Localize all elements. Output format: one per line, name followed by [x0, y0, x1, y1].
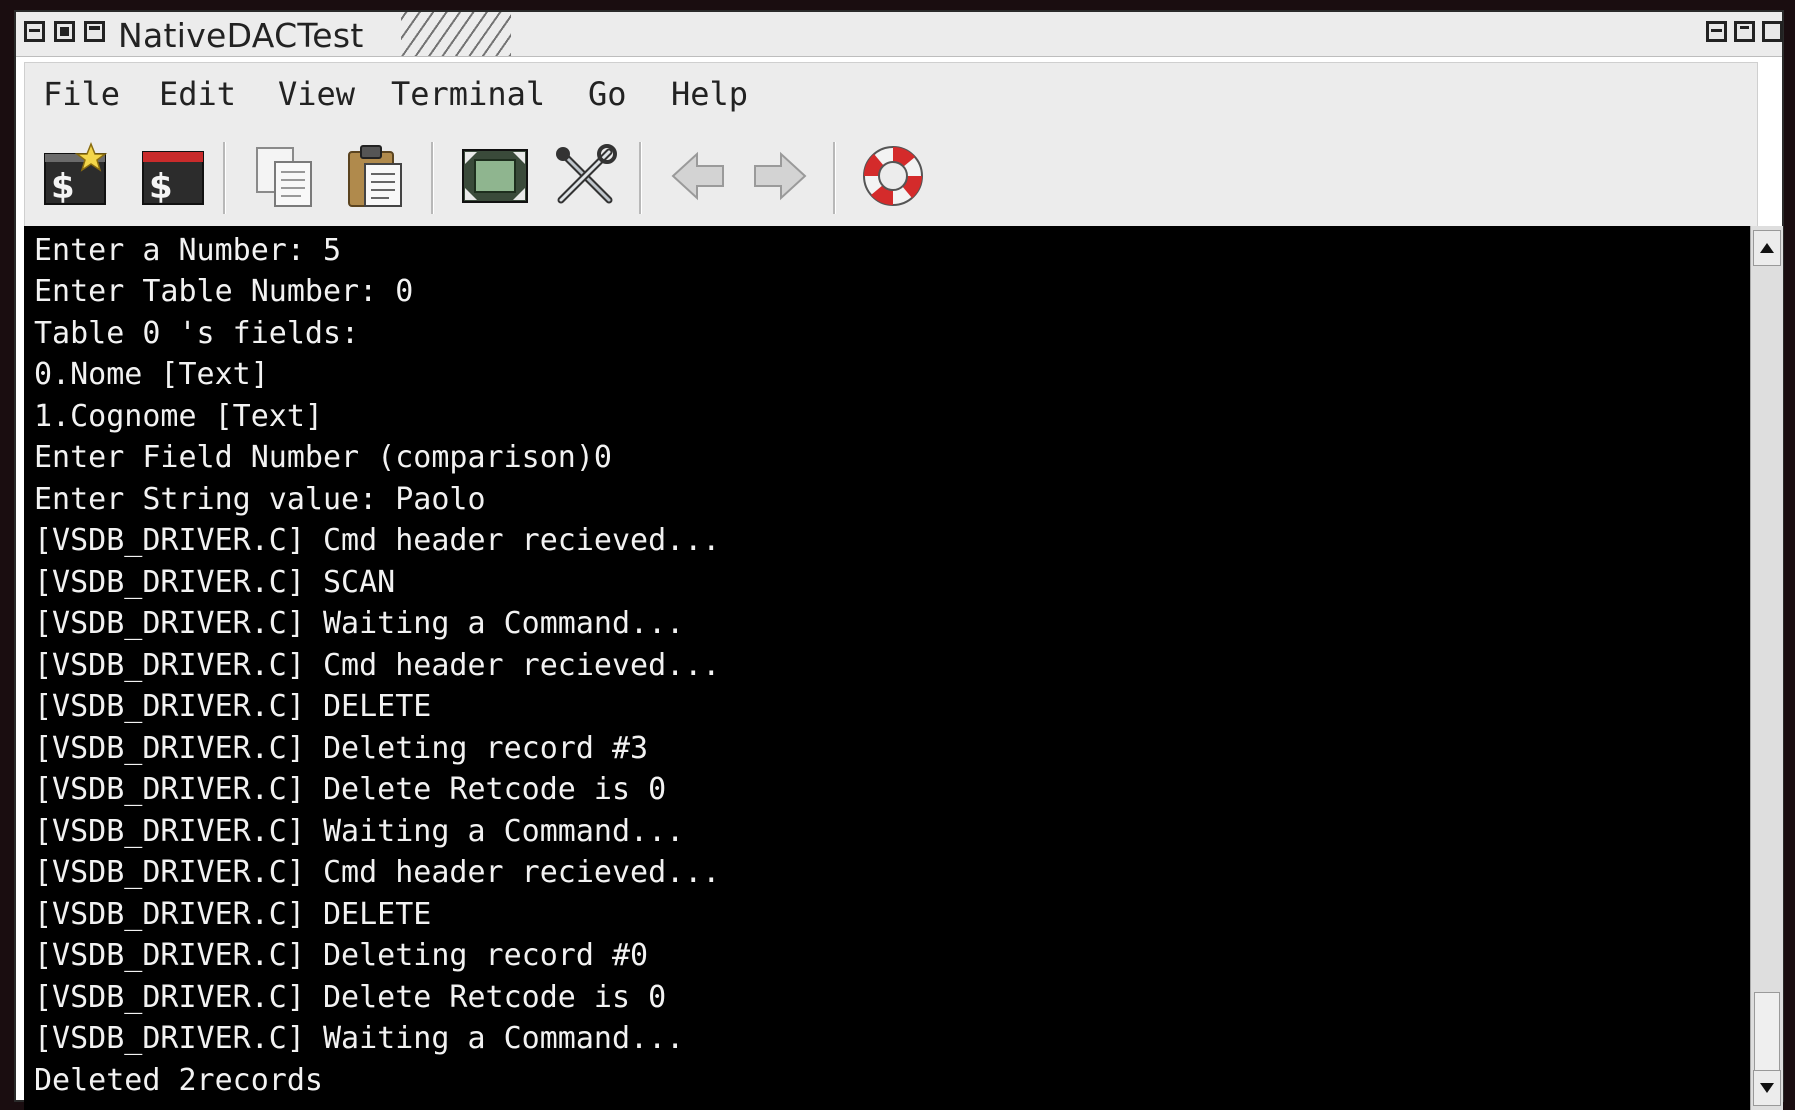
- toolbar-separator: [431, 142, 434, 214]
- back-arrow-icon: [671, 151, 724, 201]
- menu-edit[interactable]: Edit: [159, 75, 236, 113]
- toolbar: $ $: [24, 122, 1758, 227]
- menu-go[interactable]: Go: [588, 75, 627, 113]
- svg-text:$: $: [149, 167, 173, 207]
- svg-text:$: $: [51, 167, 75, 207]
- terminal-output[interactable]: Enter a Number: 5 Enter Table Number: 0 …: [24, 226, 1750, 1110]
- forward-button[interactable]: [745, 142, 813, 210]
- new-window-button[interactable]: $: [139, 142, 207, 210]
- window-title: NativeDACTest: [118, 16, 364, 55]
- copy-button[interactable]: [251, 142, 319, 210]
- terminal-line: Table 0 's fields:: [34, 316, 360, 351]
- terminal-line: [VSDB_DRIVER.C] Delete Retcode is 0: [34, 772, 667, 807]
- help-lifebuoy-icon: [863, 146, 923, 206]
- menu-file[interactable]: File: [43, 75, 120, 113]
- terminal-line: 1.Cognome [Text]: [34, 399, 323, 434]
- terminal-line: [VSDB_DRIVER.C] Cmd header recieved...: [34, 648, 721, 683]
- toolbar-separator: [833, 142, 836, 214]
- menu-bar: File Edit View Terminal Go Help: [24, 62, 1758, 124]
- menu-view[interactable]: View: [278, 75, 355, 113]
- copy-icon: [256, 147, 312, 207]
- preferences-button[interactable]: [551, 142, 619, 210]
- toolbar-separator: [223, 142, 226, 214]
- title-bar-texture: [401, 12, 511, 56]
- terminal-line: [VSDB_DRIVER.C] Waiting a Command...: [34, 814, 685, 849]
- maximize-icon[interactable]: [84, 21, 105, 42]
- scroll-down-icon[interactable]: [1753, 1070, 1781, 1106]
- scroll-thumb[interactable]: [1754, 992, 1780, 1072]
- scroll-up-icon[interactable]: [1753, 230, 1781, 266]
- menu-help[interactable]: Help: [671, 75, 748, 113]
- terminal-line: [VSDB_DRIVER.C] SCAN: [34, 565, 396, 600]
- help-button[interactable]: [859, 142, 927, 210]
- restore-icon[interactable]: [1734, 21, 1755, 42]
- fullscreen-button[interactable]: [461, 142, 529, 210]
- terminal-line: [VSDB_DRIVER.C] Waiting a Command...: [34, 1021, 685, 1056]
- preferences-icon: [556, 144, 617, 204]
- terminal-line: [VSDB_DRIVER.C] Cmd header recieved...: [34, 523, 721, 558]
- paste-button[interactable]: [343, 142, 411, 210]
- terminal-line: [VSDB_DRIVER.C] Deleting record #3: [34, 731, 649, 766]
- terminal-line: [VSDB_DRIVER.C] Cmd header recieved...: [34, 855, 721, 890]
- terminal-line: [VSDB_DRIVER.C] DELETE: [34, 689, 432, 724]
- terminal-line: [VSDB_DRIVER.C] Deleting record #0: [34, 938, 649, 973]
- new-tab-icon: $: [44, 141, 108, 207]
- shade-icon[interactable]: [54, 21, 75, 42]
- close-icon[interactable]: [1762, 21, 1783, 42]
- terminal-line: [VSDB_DRIVER.C] Waiting a Command...: [34, 606, 685, 641]
- window-menu-icon[interactable]: [24, 21, 45, 42]
- toolbar-separator: [639, 142, 642, 214]
- terminal-line: [VSDB_DRIVER.C] DELETE: [34, 897, 432, 932]
- terminal-window: NativeDACTest File Edit View Terminal Go…: [14, 10, 1784, 1110]
- title-bar[interactable]: NativeDACTest: [16, 12, 1783, 57]
- new-tab-button[interactable]: $: [41, 141, 109, 210]
- paste-icon: [348, 145, 402, 207]
- minimize-icon[interactable]: [1706, 21, 1727, 42]
- terminal-line: Enter String value: Paolo: [34, 482, 486, 517]
- back-button[interactable]: [665, 142, 733, 210]
- vertical-scrollbar[interactable]: [1750, 226, 1783, 1110]
- terminal-line: Enter a Number: 5: [34, 233, 342, 268]
- terminal-line: 0.Nome [Text]: [34, 357, 269, 392]
- terminal-line: Enter Table Number: 0: [34, 274, 414, 309]
- forward-arrow-icon: [754, 151, 807, 201]
- new-window-icon: $: [142, 151, 204, 207]
- terminal-line: Enter Field Number (comparison)0: [34, 440, 612, 475]
- fullscreen-icon: [462, 149, 528, 203]
- menu-terminal[interactable]: Terminal: [391, 75, 545, 113]
- terminal-line: [VSDB_DRIVER.C] Delete Retcode is 0: [34, 980, 667, 1015]
- terminal-line: Deleted 2records: [34, 1063, 323, 1098]
